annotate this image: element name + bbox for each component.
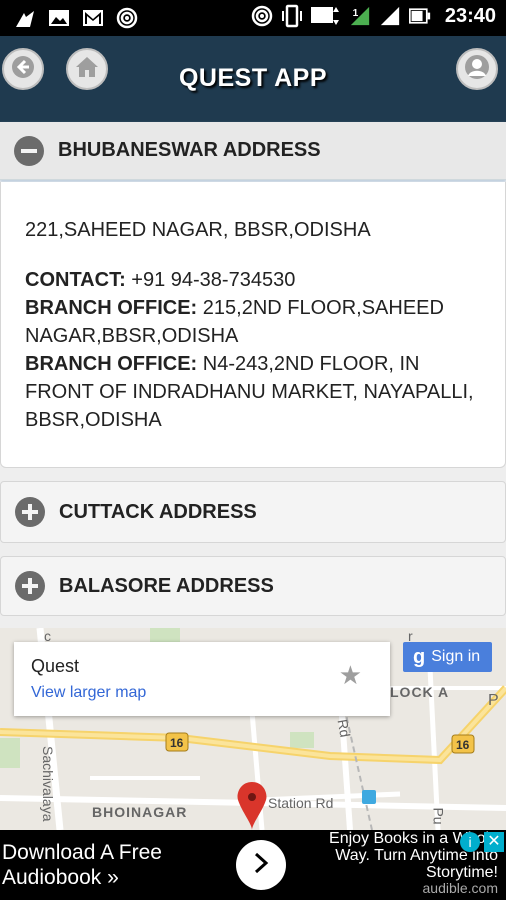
network-icon <box>310 4 341 28</box>
accordion-bhubaneswar-header[interactable]: BHUBANESWAR ADDRESS <box>0 122 506 180</box>
map-sign-in-button[interactable]: g Sign in <box>403 642 492 672</box>
status-time: 23:40 <box>444 4 496 27</box>
sign-in-label: Sign in <box>431 648 481 665</box>
map-place-card: Quest View larger map ★ <box>14 642 390 716</box>
hotspot-icon <box>251 4 273 28</box>
ad-info-icon[interactable]: i <box>460 832 480 852</box>
ad-domain: audible.com <box>422 880 499 896</box>
google-icon: g <box>413 645 426 668</box>
ad-banner[interactable]: Download A Free Audiobook » Enjoy Books … <box>0 830 506 900</box>
accordion-title: CUTTACK ADDRESS <box>59 500 257 523</box>
vibrate-icon <box>281 4 303 28</box>
map-label-pu: Pu <box>430 807 447 825</box>
status-bar: 1 23:40 <box>0 0 506 36</box>
ad-cta-button[interactable] <box>236 840 286 890</box>
chevron-right-icon <box>251 851 271 880</box>
ad-headline: Download A Free Audiobook » <box>2 840 162 890</box>
user-icon <box>464 54 490 85</box>
hotspot-icon <box>116 6 138 30</box>
highway-label: 16 <box>170 736 184 750</box>
map-label-p: P <box>488 692 499 709</box>
map-place-name: Quest <box>31 656 80 676</box>
map-label-sachivalaya: Sachivalaya <box>40 746 56 822</box>
signal-icon <box>379 4 401 28</box>
app-title: QUEST APP <box>178 64 328 92</box>
map-label-bhoinagar: BHOINAGAR <box>92 804 188 820</box>
branch-label: BRANCH OFFICE: <box>25 353 198 375</box>
plus-circle-icon <box>15 571 45 601</box>
app-icon <box>14 6 36 30</box>
ad-headline-line: Download A Free <box>2 841 162 864</box>
signal-icon: 1 <box>349 4 371 28</box>
gmail-icon <box>82 6 104 30</box>
embedded-map[interactable]: 16 16 BHOINAGAR Station Rd LOCK A r Rd P… <box>0 628 506 830</box>
profile-button[interactable] <box>456 48 498 90</box>
branch-office-1: BRANCH OFFICE: 215,2ND FLOOR,SAHEED NAGA… <box>25 294 481 350</box>
accordion-balasore-header[interactable]: BALASORE ADDRESS <box>0 556 506 616</box>
accordion-title: BHUBANESWAR ADDRESS <box>58 139 321 161</box>
app-header: QUEST APP <box>0 36 506 122</box>
highway-label: 16 <box>456 738 470 752</box>
main-address: 221,SAHEED NAGAR, BBSR,ODISHA <box>25 219 371 241</box>
contact-value: +91 94-38-734530 <box>125 269 296 291</box>
accordion-bhubaneswar-content: 221,SAHEED NAGAR, BBSR,ODISHA CONTACT: +… <box>0 182 506 468</box>
contact-label: CONTACT: <box>25 269 126 291</box>
svg-text:1: 1 <box>353 8 359 19</box>
status-bar-left <box>14 6 138 30</box>
minus-circle-icon <box>14 135 44 166</box>
ad-close-icon[interactable]: ✕ <box>484 832 504 852</box>
status-bar-right: 1 23:40 <box>251 4 496 28</box>
accordion-title: BALASORE ADDRESS <box>59 574 274 597</box>
view-larger-map-link[interactable]: View larger map <box>31 684 146 702</box>
map-label-block-a: LOCK A <box>390 684 450 700</box>
battery-icon <box>408 4 431 28</box>
branch-office-2: BRANCH OFFICE: N4-243,2ND FLOOR, IN FRON… <box>25 350 481 434</box>
ad-headline-line: Audiobook » <box>2 866 119 889</box>
star-icon[interactable]: ★ <box>339 660 362 691</box>
contact-info: CONTACT: +91 94-38-734530 <box>25 266 481 294</box>
branch-label: BRANCH OFFICE: <box>25 297 198 319</box>
map-label-station-rd: Station Rd <box>268 795 334 811</box>
gallery-icon <box>48 6 70 30</box>
plus-circle-icon <box>15 497 45 527</box>
ad-description-line: Storytime! <box>425 864 498 881</box>
accordion-cuttack-header[interactable]: CUTTACK ADDRESS <box>0 481 506 543</box>
